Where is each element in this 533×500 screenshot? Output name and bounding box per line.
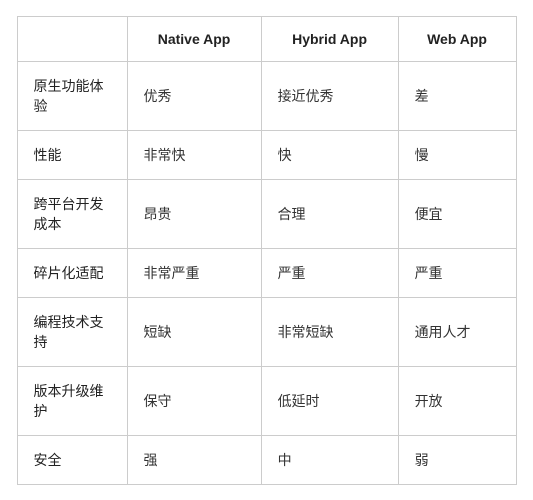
cell-native: 昂贵 [127,179,261,248]
table-row: 原生功能体验优秀接近优秀差 [17,61,516,130]
header-hybrid: Hybrid App [261,16,398,61]
cell-feature: 原生功能体验 [17,61,127,130]
header-web: Web App [398,16,516,61]
cell-hybrid: 合理 [261,179,398,248]
table-row: 碎片化适配非常严重严重严重 [17,248,516,297]
cell-web: 慢 [398,130,516,179]
comparison-table: Native App Hybrid App Web App 原生功能体验优秀接近… [17,16,517,485]
table-row: 跨平台开发成本昂贵合理便宜 [17,179,516,248]
cell-native: 强 [127,435,261,484]
cell-feature: 编程技术支持 [17,297,127,366]
cell-feature: 碎片化适配 [17,248,127,297]
cell-web: 弱 [398,435,516,484]
cell-native: 短缺 [127,297,261,366]
cell-hybrid: 低延时 [261,366,398,435]
header-native: Native App [127,16,261,61]
cell-hybrid: 接近优秀 [261,61,398,130]
cell-hybrid: 严重 [261,248,398,297]
cell-hybrid: 快 [261,130,398,179]
cell-feature: 版本升级维护 [17,366,127,435]
cell-web: 通用人才 [398,297,516,366]
cell-web: 差 [398,61,516,130]
comparison-table-container: Native App Hybrid App Web App 原生功能体验优秀接近… [17,16,517,485]
table-row: 编程技术支持短缺非常短缺通用人才 [17,297,516,366]
cell-hybrid: 中 [261,435,398,484]
table-row: 性能非常快快慢 [17,130,516,179]
header-feature [17,16,127,61]
cell-native: 非常快 [127,130,261,179]
cell-native: 非常严重 [127,248,261,297]
cell-feature: 跨平台开发成本 [17,179,127,248]
cell-web: 开放 [398,366,516,435]
cell-feature: 性能 [17,130,127,179]
table-header-row: Native App Hybrid App Web App [17,16,516,61]
cell-hybrid: 非常短缺 [261,297,398,366]
cell-web: 便宜 [398,179,516,248]
cell-native: 保守 [127,366,261,435]
cell-feature: 安全 [17,435,127,484]
table-row: 版本升级维护保守低延时开放 [17,366,516,435]
table-row: 安全强中弱 [17,435,516,484]
cell-native: 优秀 [127,61,261,130]
cell-web: 严重 [398,248,516,297]
